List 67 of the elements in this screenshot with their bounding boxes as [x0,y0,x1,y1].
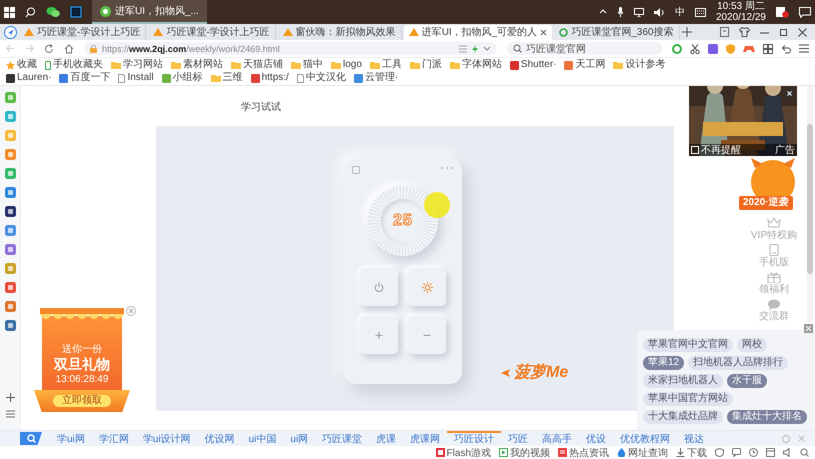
bookmark[interactable]: 门派 [410,59,442,71]
search-suggestion[interactable]: 苹果12 [643,356,684,370]
search-suggestion[interactable]: 水干服 [727,374,767,388]
bookmark[interactable]: 素材网站 [171,59,223,71]
mascot-ribbon: 2020·逆袭 [739,196,793,210]
bookmark[interactable]: 天工网 [564,59,606,71]
minus-key: − [408,316,446,354]
taskbar-app-button[interactable]: 进军UI，扣物风_... [92,0,207,24]
promo-text: 送你一份 [62,343,102,357]
dial-reading: 25 [393,212,413,230]
quick-link[interactable]: ui网 [283,431,316,446]
address-field[interactable]: https://www.2qj.com/weekly/work/2469.html [84,42,497,55]
quick-link[interactable]: 优设网 [198,431,242,446]
quick-link[interactable]: 高高手 [535,431,580,446]
browser-tab[interactable]: 进军UI，扣物风_可爱的人 [404,24,552,40]
quick-link[interactable]: 学汇网 [92,431,136,446]
search-suggestion[interactable]: 集成灶十大排名 [727,410,807,424]
quick-link[interactable]: 视达 [677,431,712,446]
search-field[interactable]: 巧匠课堂官网 [507,42,662,55]
bookmark[interactable]: 百度一下 [59,72,110,84]
plus-key: + [360,316,398,354]
bookmark[interactable]: https:/ [250,72,289,84]
promo-title: 双旦礼物 [54,357,110,372]
status-item[interactable]: 热点资讯 [558,446,609,459]
bookmark[interactable]: 学习网站 [111,59,163,71]
status-item[interactable]: 下载 [676,446,707,459]
quick-link[interactable]: 巧匠课堂 [315,431,370,446]
input-method-indicator[interactable]: 中 [674,5,685,19]
status-item[interactable]: Flash游戏 [436,446,491,459]
quick-link[interactable]: 虎课网 [403,431,448,446]
quick-link[interactable]: 优优教程网 [613,431,678,446]
search-suggestion[interactable]: 苹果官网中文官网 [643,338,733,352]
bookmark[interactable]: 三维 [210,72,243,84]
ad-tag: 广告 [775,143,795,156]
bookmark[interactable]: Install [118,72,154,84]
page-heading: 学习试试 [240,100,282,114]
bookmark[interactable]: 工具 [370,59,402,71]
bookmark[interactable]: 猫中 [291,59,323,71]
dismiss-checkbox[interactable]: 不再提醒 [691,143,741,156]
quick-link[interactable]: ui中国 [242,431,284,446]
search-suggestion[interactable]: 苹果中国官方网站 [643,392,733,406]
bookmark[interactable]: 中文汉化 [296,72,346,84]
search-suggestion[interactable]: 网校 [737,338,767,352]
search-suggestion[interactable]: 十大集成灶品牌 [643,410,723,424]
quick-link[interactable]: 学ui网 [50,431,92,446]
bookmark[interactable]: 设计参考 [613,59,666,71]
search-suggestion[interactable]: 扫地机器人品牌排行 [688,356,788,370]
bookmark[interactable]: Shutter· [510,59,556,71]
bookmark[interactable]: Lauren· [6,72,52,84]
bookmark[interactable]: 天猫店铺 [231,59,283,71]
clock[interactable]: 10:53 周二 2020/12/29 [716,1,766,23]
quick-link[interactable]: 虎课 [369,431,404,446]
quick-link[interactable]: 优设 [579,431,614,446]
countdown: 13:06:28:49 [56,373,108,387]
bookmark[interactable]: logo [331,59,362,71]
bookmark[interactable]: 字体网站 [450,59,502,71]
claim-button[interactable]: 立即领取 [53,395,111,407]
bookmark[interactable]: 小组标 [162,72,203,84]
brand-logo: 菠萝Me [514,362,568,383]
bookmark[interactable]: 手机收藏夹 [45,59,103,71]
quick-link[interactable]: 学ui设计网 [136,431,198,446]
quick-link[interactable]: 巧匠 [501,431,536,446]
bookmark[interactable]: 云管理· [354,72,398,84]
search-suggestion[interactable]: 米家扫地机器人 [643,374,723,388]
bookmark[interactable]: 收藏 [6,59,37,71]
status-item[interactable]: 我的视频 [499,446,550,459]
status-item[interactable]: 网址查询 [617,446,668,459]
